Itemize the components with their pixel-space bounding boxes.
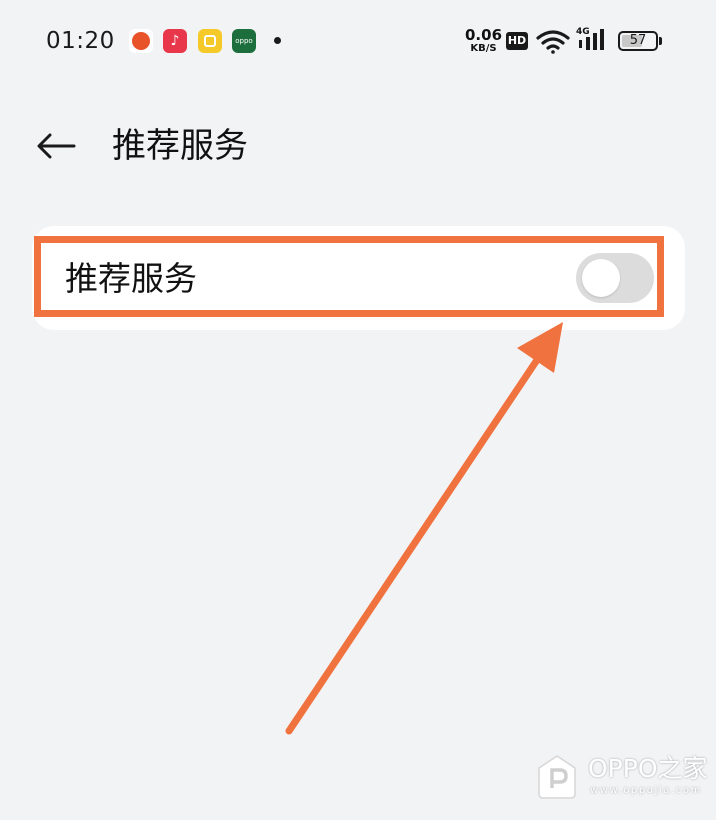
watermark: OPPO之家 www.oppojia.com <box>536 752 708 802</box>
screen: 01:20 ♪ oppo 0.06 KB/S HD 4G 57 推荐服务 推荐服… <box>0 0 716 820</box>
watermark-url: www.oppojia.com <box>590 785 702 796</box>
oppo-home-logo-icon <box>538 755 576 799</box>
watermark-title: OPPO之家 <box>588 754 708 783</box>
annotation-arrow-icon <box>285 322 563 735</box>
